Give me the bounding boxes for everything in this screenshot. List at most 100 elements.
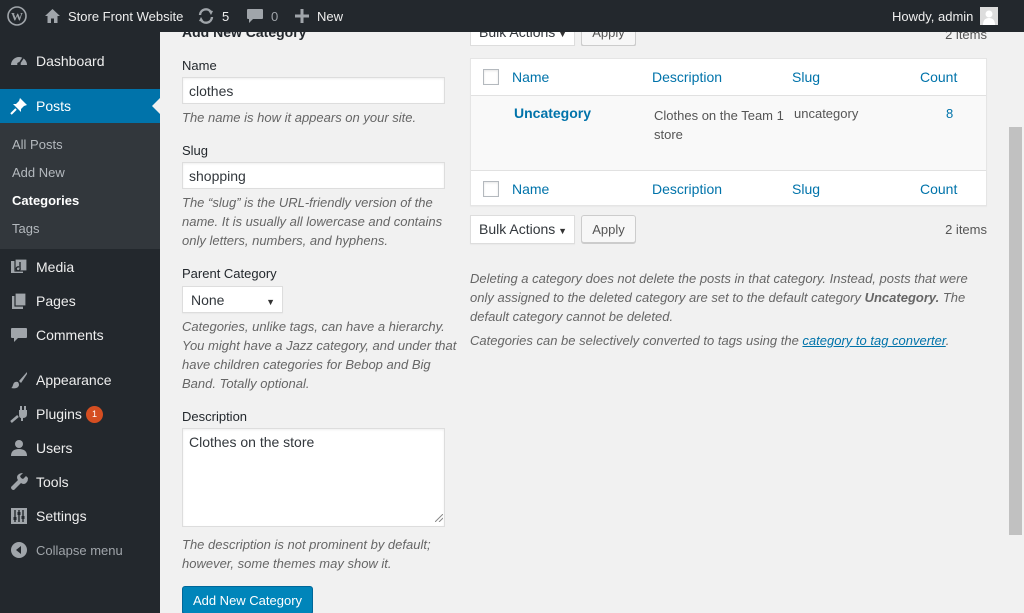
parent-category-help: Categories, unlike tags, can have a hier…: [182, 319, 457, 391]
pushpin-icon: [10, 97, 28, 115]
comments-link[interactable]: 0: [246, 0, 278, 32]
column-header-count[interactable]: Count: [920, 69, 957, 85]
my-account-link[interactable]: Howdy, admin: [892, 0, 999, 32]
paintbrush-icon: [10, 371, 28, 389]
top-bulk-actions-select[interactable]: Bulk Actions ▼: [470, 32, 575, 46]
updates-link[interactable]: 5: [197, 0, 229, 32]
submenu-categories[interactable]: Categories: [12, 193, 79, 208]
dropdown-caret-icon: ▼: [558, 32, 567, 39]
submenu-tags[interactable]: Tags: [12, 221, 39, 236]
slug-label: Slug: [182, 143, 209, 158]
column-footer-count[interactable]: Count: [920, 181, 957, 197]
greeting: Howdy, admin: [892, 8, 974, 24]
comment-bubble-icon: [246, 8, 264, 24]
converter-note: Categories can be selectively converted …: [470, 331, 990, 350]
settings-sliders-icon: [10, 507, 28, 525]
collapse-menu-button[interactable]: Collapse menu: [0, 533, 160, 567]
menu-dashboard[interactable]: Dashboard: [0, 44, 160, 78]
name-label: Name: [182, 58, 217, 73]
posts-submenu: All Posts Add New Categories Tags: [0, 123, 160, 249]
name-input[interactable]: clothes: [182, 77, 445, 104]
menu-media[interactable]: Media: [0, 250, 160, 284]
converter-note-text-2: .: [945, 333, 950, 348]
menu-users-label: Users: [36, 440, 73, 456]
site-name: Store Front Website: [68, 8, 184, 24]
avatar: [980, 7, 999, 25]
bottom-apply-button[interactable]: Apply: [581, 215, 636, 243]
top-bulk-actions-value: Bulk Actions: [479, 32, 556, 40]
new-content-link[interactable]: New: [295, 0, 343, 32]
top-apply-button[interactable]: Apply: [581, 32, 636, 46]
menu-tools[interactable]: Tools: [0, 465, 160, 499]
column-footer-description[interactable]: Description: [652, 181, 722, 197]
slug-input[interactable]: shopping: [182, 162, 445, 189]
site-home-link[interactable]: Store Front Website: [44, 0, 183, 32]
wrench-icon: [10, 473, 28, 491]
menu-appearance-label: Appearance: [36, 372, 112, 388]
table-row: Uncategory Clothes on the Team 1 store u…: [471, 96, 986, 170]
menu-settings-label: Settings: [36, 508, 87, 524]
menu-users[interactable]: Users: [0, 431, 160, 465]
menu-appearance[interactable]: Appearance: [0, 363, 160, 397]
home-icon: [44, 8, 61, 24]
delete-category-note: Deleting a category does not delete the …: [470, 269, 990, 326]
column-footer-slug[interactable]: Slug: [792, 181, 820, 197]
submenu-all-posts[interactable]: All Posts: [12, 137, 63, 152]
scrollbar-thumb[interactable]: [1009, 127, 1022, 535]
resize-handle-icon[interactable]: [434, 509, 444, 525]
description-textarea[interactable]: Clothes on the store: [182, 428, 445, 527]
form-heading-clip: Add New Category: [182, 32, 464, 40]
converter-note-text-1: Categories can be selectively converted …: [470, 333, 803, 348]
description-value: Clothes on the store: [189, 434, 315, 450]
updates-icon: [197, 7, 215, 25]
column-header-slug[interactable]: Slug: [792, 69, 820, 85]
category-description: Clothes on the Team 1 store: [654, 108, 784, 142]
wordpress-logo-icon[interactable]: W: [7, 0, 27, 32]
admin-bar: W Store Front Website 5 0 New Howdy, adm…: [0, 0, 1024, 32]
updates-count: 5: [222, 8, 230, 24]
dropdown-caret-icon: ▼: [558, 226, 567, 236]
sidebar-lower-menu: Media Pages Comments Appearance Plugins …: [0, 249, 160, 613]
column-header-name[interactable]: Name: [512, 69, 549, 85]
menu-media-label: Media: [36, 259, 75, 275]
plug-icon: [10, 405, 28, 423]
categories-table: Name Description Slug Count Uncategory C…: [470, 58, 987, 206]
bottom-bulk-actions-value: Bulk Actions: [479, 221, 556, 237]
column-header-description[interactable]: Description: [652, 69, 722, 85]
menu-posts-label: Posts: [36, 98, 72, 114]
category-slug: uncategory: [794, 106, 859, 121]
menu-pages[interactable]: Pages: [0, 284, 160, 318]
menu-plugins[interactable]: Plugins 1: [0, 397, 160, 431]
slug-help: The “slug” is the URL-friendly version o…: [182, 195, 443, 248]
user-icon: [10, 439, 28, 457]
bottom-bulk-actions-select[interactable]: Bulk Actions ▼: [470, 215, 575, 244]
footer-divider: [471, 170, 986, 171]
submenu-add-new[interactable]: Add New: [12, 165, 65, 180]
column-footer-name[interactable]: Name: [512, 181, 549, 197]
top-items-count-clip: 2 items: [930, 32, 990, 42]
select-all-checkbox-bottom[interactable]: [483, 181, 499, 197]
comments-count: 0: [271, 8, 279, 24]
menu-comments[interactable]: Comments: [0, 318, 160, 352]
parent-category-label: Parent Category: [182, 266, 277, 281]
top-bulk-actions-clip: Bulk Actions ▼: [470, 32, 576, 46]
comments-icon: [10, 326, 28, 344]
add-new-category-button[interactable]: Add New Category: [182, 586, 313, 613]
parent-category-select[interactable]: None ▼: [182, 286, 283, 313]
category-count-link[interactable]: 8: [946, 104, 953, 123]
media-icon: [10, 258, 28, 276]
menu-posts[interactable]: Posts: [0, 89, 160, 123]
select-all-checkbox-top[interactable]: [483, 69, 499, 85]
name-help: The name is how it appears on your site.: [182, 110, 417, 125]
category-name-link[interactable]: Uncategory: [514, 105, 591, 121]
menu-plugins-label: Plugins: [36, 406, 82, 422]
category-to-tag-converter-link[interactable]: category to tag converter: [802, 333, 945, 348]
description-label: Description: [182, 409, 248, 424]
pages-icon: [10, 292, 28, 310]
default-category-name: Uncategory.: [864, 290, 940, 305]
collapse-arrow-icon: [10, 541, 28, 559]
menu-settings[interactable]: Settings: [0, 499, 160, 533]
menu-tools-label: Tools: [36, 474, 69, 490]
user-avatar-icon: [980, 7, 999, 25]
top-apply-clip: Apply: [581, 32, 637, 46]
